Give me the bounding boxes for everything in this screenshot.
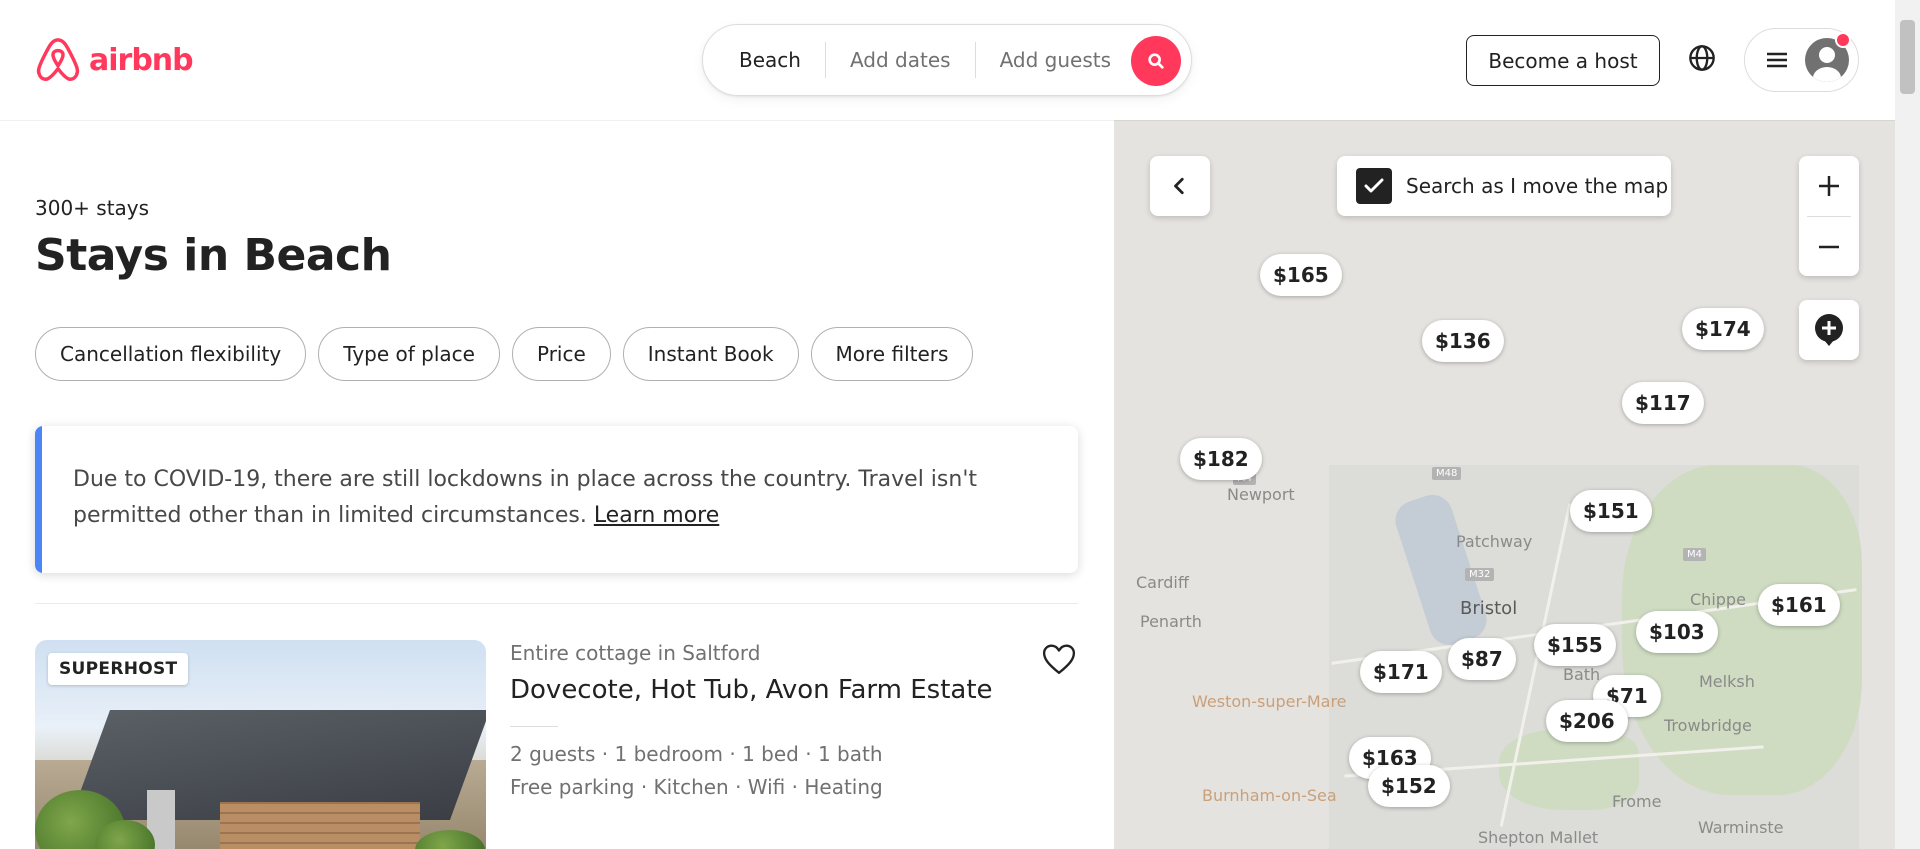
filter-cancellation[interactable]: Cancellation flexibility	[35, 327, 307, 381]
price-pin[interactable]: $161	[1758, 584, 1840, 626]
map-place-label: Bristol	[1460, 598, 1518, 619]
price-pin[interactable]: $174	[1682, 308, 1764, 350]
map-place-label: Newport	[1227, 485, 1295, 504]
notice-message: Due to COVID-19, there are still lockdow…	[73, 467, 977, 528]
minus-icon	[1819, 245, 1839, 249]
notification-dot	[1835, 32, 1851, 48]
search-bar[interactable]: Beach Add dates Add guests	[702, 24, 1192, 96]
airbnb-logo[interactable]: airbnb	[35, 36, 194, 84]
filter-bar: Cancellation flexibility Type of place P…	[35, 327, 974, 381]
map-place-label: Melksh	[1699, 672, 1755, 691]
road-shield: M48	[1432, 467, 1462, 480]
listing-type: Entire cottage in Saltford	[510, 641, 761, 665]
road-shield: M32	[1465, 568, 1495, 581]
search-as-move-toggle[interactable]: Search as I move the map	[1337, 156, 1671, 216]
map-place-label: Warminste	[1698, 818, 1784, 837]
plus-icon	[1819, 176, 1839, 196]
results-count: 300+ stays	[35, 196, 150, 220]
price-pin[interactable]: $136	[1422, 320, 1504, 362]
price-pin[interactable]: $165	[1260, 254, 1342, 296]
map-place-label: Penarth	[1140, 612, 1202, 631]
filter-more[interactable]: More filters	[810, 327, 974, 381]
collapse-map-button[interactable]	[1150, 156, 1210, 216]
map-place-label: Chippe	[1690, 590, 1746, 609]
notice-accent-bar	[35, 426, 42, 573]
notice-text: Due to COVID-19, there are still lockdow…	[73, 462, 1033, 534]
search-icon	[1148, 53, 1164, 69]
price-pin[interactable]: $206	[1546, 700, 1628, 742]
globe-icon[interactable]	[1688, 44, 1716, 72]
search-button[interactable]	[1131, 36, 1181, 86]
airbnb-logo-icon	[36, 38, 80, 81]
price-pin[interactable]: $151	[1570, 490, 1652, 532]
map-place-label: Cardiff	[1136, 573, 1189, 592]
learn-more-link[interactable]: Learn more	[594, 503, 719, 528]
map-place-label: Patchway	[1456, 532, 1533, 551]
map-place-label: Weston-super-Mare	[1192, 692, 1347, 711]
hamburger-icon	[1767, 52, 1787, 68]
filter-price[interactable]: Price	[511, 327, 611, 381]
checkbox-checked-icon[interactable]	[1356, 168, 1392, 204]
price-pin[interactable]: $155	[1534, 624, 1616, 666]
section-divider	[35, 603, 1078, 604]
listing-amenities: Free parking · Kitchen · Wifi · Heating	[510, 775, 883, 799]
brand-name: airbnb	[89, 42, 194, 78]
add-pin-icon	[1815, 314, 1843, 346]
filter-instant-book[interactable]: Instant Book	[622, 327, 799, 381]
road-shield: M4	[1683, 548, 1706, 561]
price-pin[interactable]: $103	[1636, 611, 1718, 653]
search-as-move-label: Search as I move the map	[1406, 174, 1669, 198]
listing-details: 2 guests · 1 bedroom · 1 bed · 1 bath	[510, 742, 883, 766]
zoom-controls	[1799, 156, 1859, 276]
map-place-label: Burnham-on-Sea	[1202, 786, 1337, 805]
top-nav: airbnb Beach Add dates Add guests Become…	[0, 0, 1895, 120]
zoom-out-button[interactable]	[1799, 217, 1859, 277]
price-pin[interactable]: $182	[1180, 438, 1262, 480]
page-title: Stays in Beach	[35, 230, 392, 281]
price-pin[interactable]: $117	[1622, 382, 1704, 424]
search-guests[interactable]: Add guests	[976, 48, 1135, 72]
map-place-label: Frome	[1612, 792, 1662, 811]
price-pin[interactable]: $87	[1448, 638, 1516, 680]
chevron-left-icon	[1174, 177, 1184, 195]
map-place-label: Shepton Mallet	[1478, 828, 1599, 847]
price-pin[interactable]: $171	[1360, 651, 1442, 693]
zoom-in-button[interactable]	[1799, 156, 1859, 216]
superhost-badge: SUPERHOST	[48, 653, 189, 685]
photo-fence	[220, 802, 420, 849]
listing-divider	[510, 726, 558, 727]
price-pin[interactable]: $152	[1368, 765, 1450, 807]
add-pin-button[interactable]	[1799, 300, 1859, 360]
map-panel[interactable]: Newport Patchway Cardiff Penarth Bristol…	[1114, 120, 1895, 849]
filter-type-of-place[interactable]: Type of place	[318, 327, 500, 381]
map-place-label: Trowbridge	[1664, 716, 1752, 735]
save-heart-icon[interactable]	[1042, 643, 1076, 675]
covid-notice: Due to COVID-19, there are still lockdow…	[35, 426, 1078, 573]
scrollbar-thumb[interactable]	[1900, 20, 1915, 94]
search-location[interactable]: Beach	[703, 48, 825, 72]
become-host-button[interactable]: Become a host	[1466, 35, 1660, 86]
page-scrollbar[interactable]	[1895, 0, 1920, 849]
search-dates[interactable]: Add dates	[826, 48, 975, 72]
listing-title[interactable]: Dovecote, Hot Tub, Avon Farm Estate	[510, 675, 993, 705]
map-place-label: Bath	[1563, 665, 1601, 684]
listing-photo[interactable]: SUPERHOST	[35, 640, 486, 849]
